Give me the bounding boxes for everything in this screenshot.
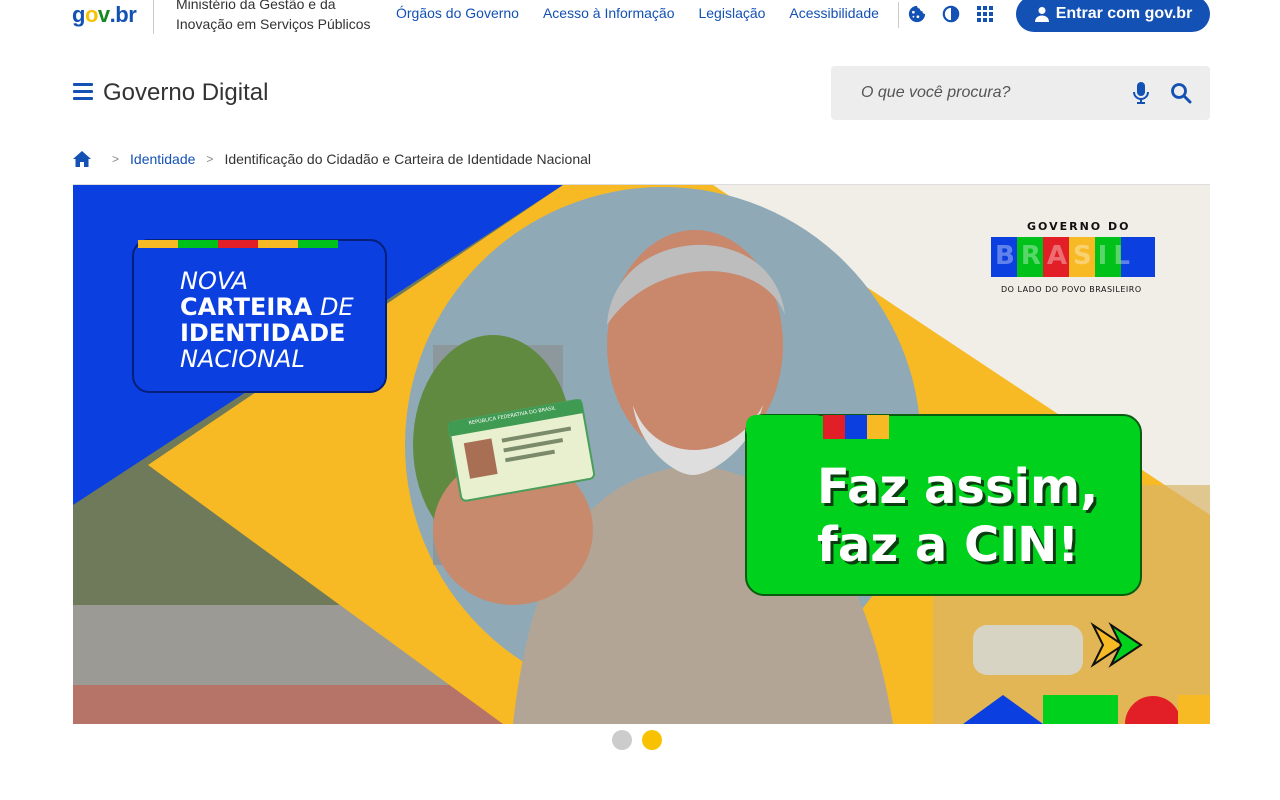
brasil-slogan: DO LADO DO POVO BRASILEIRO bbox=[1001, 285, 1142, 294]
banner-de: DE bbox=[319, 293, 354, 321]
breadcrumb: > Identidade > Identificação do Cidadão … bbox=[73, 151, 591, 167]
search-bar bbox=[831, 66, 1210, 120]
breadcrumb-identidade[interactable]: Identidade bbox=[130, 151, 195, 167]
menu-icon[interactable] bbox=[73, 83, 93, 101]
gov-do-label: GOVERNO DO bbox=[1027, 220, 1131, 233]
top-bar: g o v . br Ministério da Gestão e da Ino… bbox=[0, 0, 1280, 40]
banner-nova: NOVA bbox=[180, 267, 249, 295]
search-icon[interactable] bbox=[1170, 82, 1192, 104]
ministry-name: Ministério da Gestão e da Inovação em Se… bbox=[176, 0, 391, 34]
microphone-icon[interactable] bbox=[1132, 82, 1150, 104]
banner-identidade: IDENTIDADE bbox=[180, 319, 346, 347]
carousel-dot-1[interactable] bbox=[612, 730, 632, 750]
nav-acessibilidade[interactable]: Acessibilidade bbox=[789, 5, 879, 21]
breadcrumb-current: Identificação do Cidadão e Carteira de I… bbox=[224, 151, 592, 167]
cta-line-2: faz a CIN! bbox=[817, 517, 1080, 573]
carousel-indicators bbox=[612, 730, 662, 750]
nav-acesso-informacao[interactable]: Acesso à Informação bbox=[543, 5, 675, 21]
nav-orgaos[interactable]: Órgãos do Governo bbox=[396, 5, 519, 21]
header-divider bbox=[153, 0, 154, 34]
nav-legislacao[interactable]: Legislação bbox=[698, 5, 765, 21]
login-button[interactable]: Entrar com gov.br bbox=[1016, 0, 1210, 32]
search-input[interactable] bbox=[861, 82, 1111, 104]
banner-nacional: NACIONAL bbox=[180, 345, 305, 373]
cta-text: Faz assim, faz a CIN! bbox=[817, 458, 1098, 574]
logo-letter-v: v bbox=[97, 2, 110, 27]
chevron-right-icon: > bbox=[206, 152, 214, 166]
carousel-dot-2-active[interactable] bbox=[642, 730, 662, 750]
logo-letter-g: g bbox=[72, 2, 85, 27]
cta-line-1: Faz assim, bbox=[817, 459, 1099, 515]
brasil-wordmark: BRASIL bbox=[995, 241, 1136, 271]
banner-title: NOVA CARTEIRA DE IDENTIDADE NACIONAL bbox=[180, 268, 354, 372]
chevron-right-icon: > bbox=[112, 152, 120, 166]
user-icon bbox=[1034, 7, 1049, 22]
govbr-logo[interactable]: g o v . br bbox=[72, 2, 137, 28]
cookie-icon[interactable] bbox=[908, 5, 926, 23]
ministry-line-2: Inovação em Serviços Públicos bbox=[176, 16, 371, 32]
hero-banner[interactable]: NOVA CARTEIRA DE IDENTIDADE NACIONAL GOV… bbox=[73, 185, 1210, 724]
banner-carteira: CARTEIRA bbox=[180, 293, 313, 321]
contrast-icon[interactable] bbox=[942, 5, 960, 23]
logo-br: br bbox=[115, 2, 137, 27]
site-title[interactable]: Governo Digital bbox=[103, 79, 268, 107]
login-label: Entrar com gov.br bbox=[1055, 5, 1193, 22]
logo-letter-o: o bbox=[84, 2, 98, 27]
apps-grid-icon[interactable] bbox=[976, 5, 994, 23]
ministry-line-1: Ministério da Gestão e da bbox=[176, 0, 336, 12]
top-nav: Órgãos do Governo Acesso à Informação Le… bbox=[396, 5, 903, 21]
tools-divider bbox=[898, 2, 899, 28]
home-icon[interactable] bbox=[73, 151, 91, 167]
